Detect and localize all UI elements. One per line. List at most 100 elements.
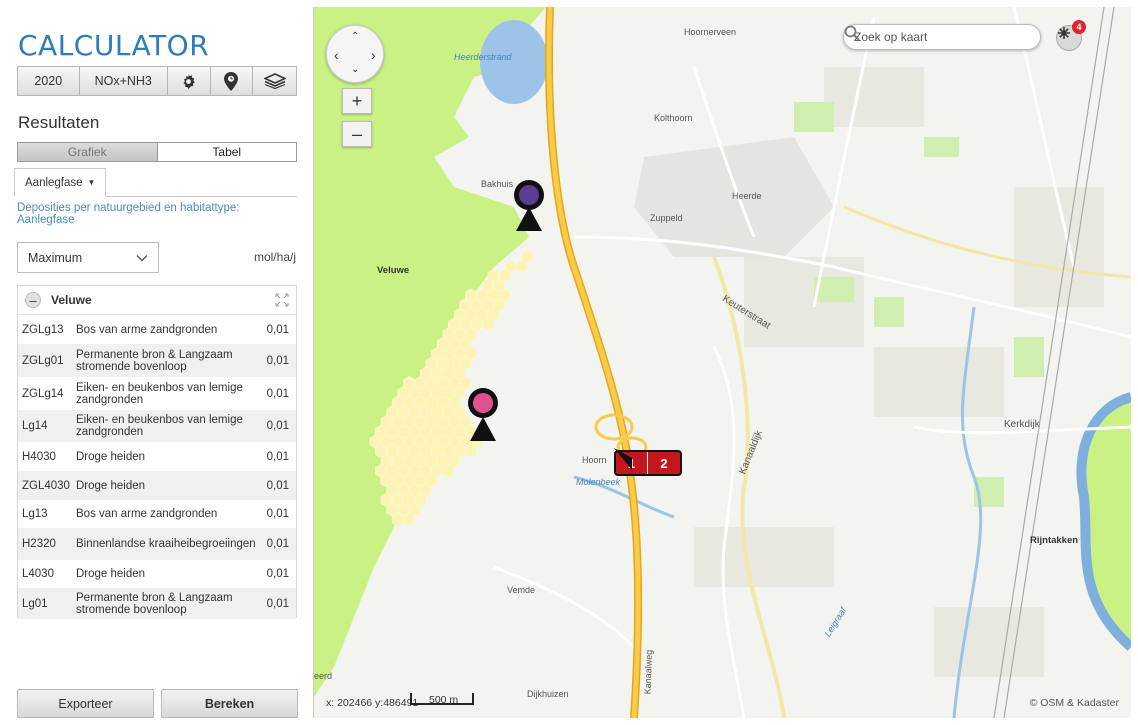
marker-pointer-icon <box>614 448 632 470</box>
map-canvas <box>314 7 1131 718</box>
label-hoornerveen: Hoornerveen <box>684 27 737 37</box>
chevron-down-icon <box>136 254 148 261</box>
habitat-name: Eiken- en beukenbos van lemige zandgrond… <box>76 414 243 438</box>
settings-button[interactable] <box>168 67 211 95</box>
label-hoorn: Hoorn <box>582 455 607 465</box>
deposition-value: 0,01 <box>266 354 289 367</box>
source-2-label[interactable]: 2 <box>648 452 680 474</box>
label-heerderstrand: Heerderstrand <box>454 52 512 62</box>
table-row[interactable]: ZGLg13 Bos van arme zandgronden 0,01 <box>18 315 296 344</box>
table-row[interactable]: ZGLg01 Permanente bron & Langzaam stromen… <box>18 344 296 377</box>
notifications-button[interactable]: 4 <box>1056 20 1086 51</box>
chart-view-button[interactable]: Grafiek <box>17 142 158 162</box>
pan-left-icon[interactable]: ‹ <box>334 47 339 63</box>
deposition-value: 0,01 <box>266 597 289 610</box>
habitat-name: Permanente bron & Langzaam stromende bov… <box>76 348 233 373</box>
habitat-name: Eiken- en beukenbos van lemige zandgrond… <box>76 381 243 406</box>
coordinate-readout: x: 202466 y:486491 <box>326 697 419 709</box>
habitat-name: Droge heiden <box>76 568 146 580</box>
map-attribution: © OSM & Kadaster <box>1029 697 1119 709</box>
table-row[interactable]: H4030 Droge heiden 0,01 <box>18 442 296 471</box>
habitat-name: Bos van arme zandgronden <box>76 508 218 520</box>
group-name: Veluwe <box>51 293 92 307</box>
habitat-name: Droge heiden <box>76 450 146 463</box>
deposition-table: – Veluwe ZGLg13 Bos van arme zandgronden 0… <box>17 285 297 619</box>
habitat-code: H4030 <box>22 450 56 463</box>
layers-icon <box>263 73 286 89</box>
table-row[interactable]: ZGLg14 Eiken- en beukenbos van lemige zan… <box>18 377 296 410</box>
table-row[interactable]: ZGL4030 Droge heiden 0,01 <box>18 471 296 500</box>
phase-tabbar: Aanlegfase ▼ <box>14 168 297 197</box>
deposition-value: 0,01 <box>266 479 289 492</box>
label-zuppeld: Zuppeld <box>650 213 683 223</box>
group-header: – Veluwe <box>18 286 296 315</box>
zoom-out-button[interactable]: – <box>342 121 372 147</box>
side-panel: CALCULATOR 2020 NOx+NH3 Resultaten Grafi… <box>7 7 314 718</box>
calculate-button[interactable]: Bereken <box>161 689 298 718</box>
deposition-value: 0,01 <box>266 508 289 520</box>
table-row[interactable]: Lg13 Bos van arme zandgronden 0,01 <box>18 500 296 528</box>
view-toggle: Grafiek Tabel <box>17 142 297 162</box>
deposition-value: 0,01 <box>266 538 289 550</box>
expand-icon[interactable] <box>274 293 290 307</box>
label-kolthoorn: Kolthoorn <box>654 113 693 123</box>
caret-down-icon: ▼ <box>87 178 96 187</box>
scale-label: 500 m <box>429 694 459 706</box>
substance-button[interactable]: NOx+NH3 <box>80 67 168 95</box>
habitat-name: Permanente bron & Langzaam stromende bov… <box>76 591 233 616</box>
table-row[interactable]: Lg14 Eiken- en beukenbos van lemige zandg… <box>18 410 296 442</box>
label-bakhuis: Bakhuis <box>481 179 514 189</box>
search-input[interactable] <box>854 30 1030 44</box>
pan-right-icon[interactable]: › <box>371 47 376 63</box>
map-view[interactable]: Heerderstrand Hoornerveen Kolthoorn Bakh… <box>314 7 1131 718</box>
habitat-code: ZGLg14 <box>22 387 64 400</box>
habitat-code: Lg01 <box>22 597 48 610</box>
app-title: CALCULATOR <box>18 29 210 62</box>
search-icon[interactable] <box>844 25 860 41</box>
aggregation-select[interactable]: Maximum <box>17 242 159 273</box>
export-button[interactable]: Exporteer <box>17 689 154 718</box>
habitat-code: ZGLg01 <box>22 354 64 367</box>
layers-button[interactable] <box>253 67 296 95</box>
depositions-title: Deposities per natuurgebied en habitatty… <box>17 202 240 226</box>
tab-label: Aanlegfase <box>25 176 83 189</box>
habitat-name: Bos van arme zandgronden <box>76 323 218 336</box>
label-veluwe: Veluwe <box>377 265 410 276</box>
habitat-code: Lg14 <box>22 420 48 432</box>
habitat-code: H2320 <box>22 538 56 550</box>
label-kanaalweg: Kanaalweg <box>642 649 655 695</box>
select-value: Maximum <box>28 250 83 265</box>
location-button[interactable] <box>211 67 254 95</box>
unit-label: mol/ha/j <box>253 250 296 264</box>
notification-count: 4 <box>1072 20 1086 34</box>
deposition-value: 0,01 <box>266 387 289 400</box>
source-marker[interactable]: 1 2 <box>614 448 682 478</box>
notification-icon <box>1058 27 1070 39</box>
table-row[interactable]: L4030 Droge heiden 0,01 <box>18 560 296 588</box>
table-row[interactable]: H2320 Binnenlandse kraaiheibegroeiingen 0,… <box>18 528 296 560</box>
pan-down-icon[interactable]: ⌄ <box>351 64 359 75</box>
deposition-value: 0,01 <box>266 450 289 463</box>
habitat-name: Droge heiden <box>76 479 146 492</box>
deposition-value: 0,01 <box>266 568 289 580</box>
results-title: Resultaten <box>18 113 100 132</box>
habitat-code: L4030 <box>22 568 54 580</box>
tab-aanlegfase[interactable]: Aanlegfase ▼ <box>14 168 107 197</box>
habitat-code: Lg13 <box>22 508 48 520</box>
label-kerkdijk: Kerkdijk <box>1004 419 1040 430</box>
table-view-button[interactable]: Tabel <box>157 142 297 162</box>
location-pin-icon <box>224 71 239 91</box>
label-rijntakken: Rijntakken <box>1030 535 1079 546</box>
collapse-button[interactable]: – <box>25 292 41 308</box>
zoom-in-button[interactable]: + <box>342 88 372 114</box>
map-search <box>843 24 1041 50</box>
gear-icon <box>183 73 196 89</box>
pan-control[interactable]: ⌃ ⌄ ‹ › <box>326 25 384 83</box>
table-body: ZGLg13 Bos van arme zandgronden 0,01 ZGLg01… <box>18 315 296 619</box>
year-button[interactable]: 2020 <box>18 67 80 95</box>
main-toolbar: 2020 NOx+NH3 <box>17 66 297 96</box>
table-row[interactable]: Lg01 Permanente bron & Langzaam stromende… <box>18 588 296 619</box>
pan-up-icon[interactable]: ⌃ <box>351 31 359 42</box>
label-dijkhuizen: Dijkhuizen <box>527 689 569 699</box>
label-vemde: Vemde <box>507 585 536 595</box>
